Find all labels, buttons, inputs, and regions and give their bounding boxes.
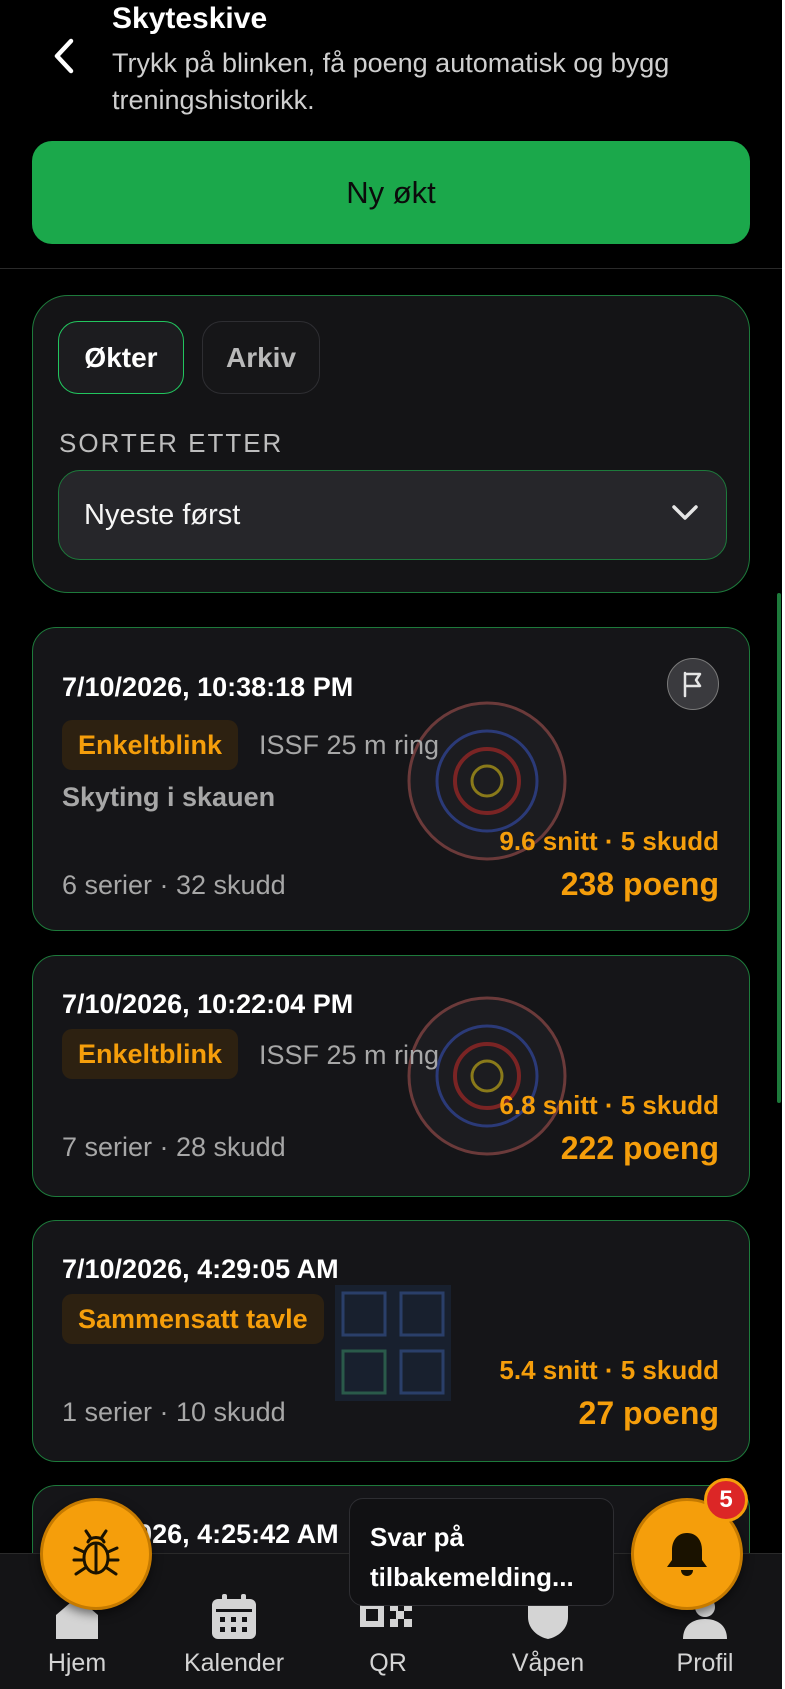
feedback-toast[interactable]: Svar på tilbakemelding... [349, 1498, 614, 1606]
nav-label: QR [369, 1649, 407, 1677]
back-button[interactable] [44, 34, 84, 78]
scrollbar[interactable] [777, 593, 781, 1103]
session-date: 7/10/2026, 10:22:04 PM [62, 989, 354, 1019]
page-title: Skyteskive [112, 2, 268, 35]
nav-label: Hjem [47, 1649, 107, 1677]
chevron-left-icon [54, 38, 74, 74]
new-session-button[interactable]: Ny økt [32, 141, 750, 244]
session-series: 1 serier · 10 skudd [62, 1397, 286, 1427]
session-note: Skyting i skauen [62, 782, 276, 812]
bug-icon [72, 1529, 120, 1576]
flag-icon [683, 671, 702, 698]
session-series: 7 serier · 28 skudd [62, 1132, 286, 1162]
sort-label: SORTER ETTER [59, 428, 284, 458]
session-average: 6.8 snitt · 5 skudd [499, 1090, 719, 1120]
ring-type: ISSF 25 m ring [259, 730, 440, 760]
nav-label: Våpen [511, 1649, 585, 1677]
session-series: 6 serier · 32 skudd [62, 870, 286, 900]
page-subtitle: Trykk på blinken, få poeng automatisk og… [112, 48, 670, 115]
session-card[interactable]: 7/10/2026, 10:38:18 PM Enkeltblink ISSF … [32, 627, 750, 931]
session-points: 238 poeng [560, 866, 719, 902]
tab-sessions[interactable]: Økter [58, 321, 184, 394]
session-date: 7/10/2026, 4:29:05 AM [62, 1254, 339, 1284]
tab-archive[interactable]: Arkiv [202, 321, 320, 394]
session-points: 27 poeng [578, 1395, 719, 1431]
session-type-badge: Enkeltblink [62, 720, 239, 770]
sort-value: Nyeste først [84, 499, 241, 531]
grid-target-icon [335, 1285, 451, 1401]
session-date: 7/10/2026, 10:38:18 PM [62, 672, 354, 702]
chevron-down-icon [672, 505, 698, 520]
flag-button[interactable] [667, 658, 719, 710]
filter-panel: Økter Arkiv SORTER ETTER Nyeste først [32, 295, 750, 593]
session-points: 222 poeng [560, 1130, 719, 1166]
nav-label: Profil [676, 1649, 734, 1677]
session-card[interactable]: 7/10/2026, 4:29:05 AM Sammensatt tavle 5… [32, 1220, 750, 1462]
nav-label: Kalender [183, 1649, 285, 1677]
bell-icon [667, 1533, 707, 1576]
session-card[interactable]: 7/10/2026, 10:22:04 PM Enkeltblink ISSF … [32, 955, 750, 1197]
nav-calendar[interactable]: Kalender [174, 1554, 294, 1689]
page-header: Skyteskive Trykk på blinken, få poeng au… [0, 0, 782, 269]
session-average: 9.6 snitt · 5 skudd [499, 826, 719, 856]
session-average: 5.4 snitt · 5 skudd [499, 1355, 719, 1385]
session-type-badge: Sammensatt tavle [62, 1294, 324, 1344]
calendar-icon [210, 1591, 258, 1643]
bug-report-button[interactable] [40, 1498, 152, 1610]
session-type-badge: Enkeltblink [62, 1029, 239, 1079]
ring-type: ISSF 25 m ring [259, 1040, 440, 1070]
app-root: Skyteskive Trykk på blinken, få poeng au… [0, 0, 782, 1689]
notification-count-badge: 5 [704, 1478, 748, 1522]
target-ring-icon [407, 996, 567, 1156]
sort-select[interactable]: Nyeste først [58, 470, 727, 560]
